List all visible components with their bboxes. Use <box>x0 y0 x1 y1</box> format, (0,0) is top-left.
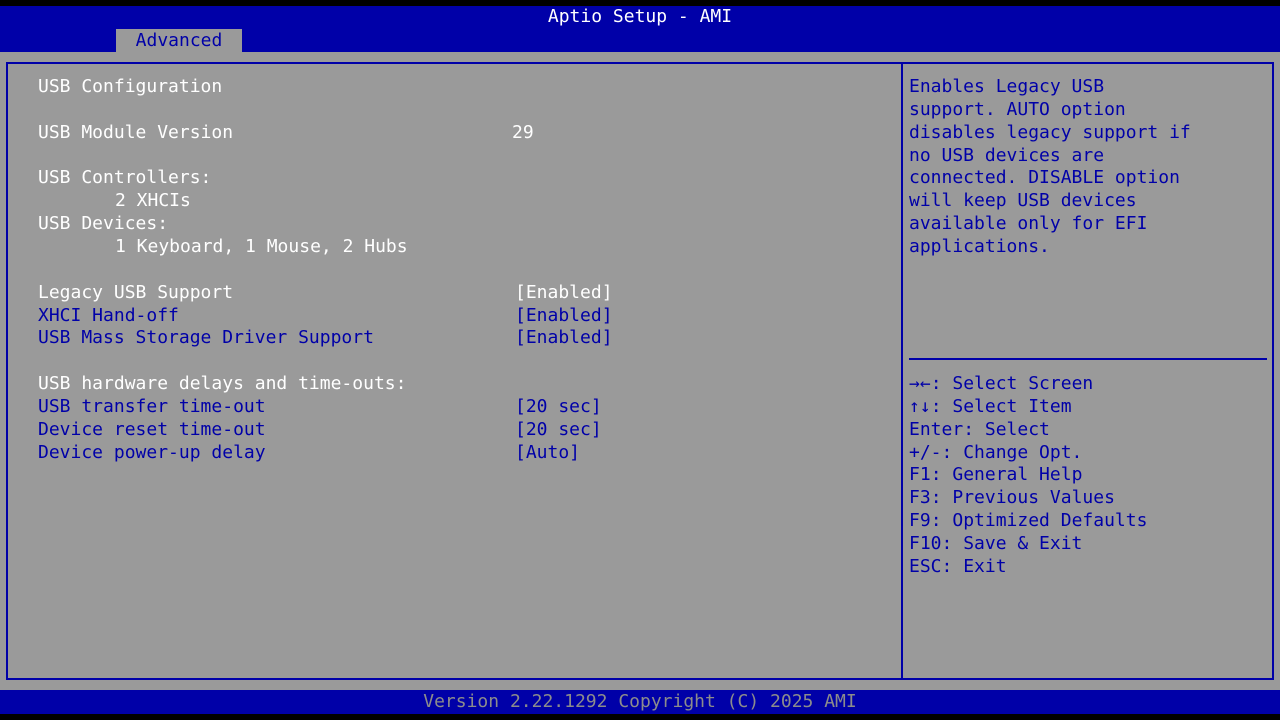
up-down-arrows-icon: ↑↓ <box>909 396 931 417</box>
usb-controllers-value: 2 XHCIs <box>115 190 191 211</box>
window-title: Aptio Setup - AMI <box>547 6 733 27</box>
help-text-line: disables legacy support if <box>909 122 1191 143</box>
usb-transfer-timeout-value[interactable]: [20 sec] <box>515 395 602 418</box>
key-hint-save-exit: F10: Save & Exit <box>909 533 1083 554</box>
key-hint-exit: ESC: Exit <box>909 556 1007 577</box>
help-text-line: support. AUTO option <box>909 99 1126 120</box>
usb-devices-label: USB Devices: <box>38 213 169 234</box>
help-text-line: applications. <box>909 236 1050 257</box>
help-divider <box>909 358 1267 360</box>
xhci-hand-off-label[interactable]: XHCI Hand-off <box>38 304 179 327</box>
usb-controllers-label: USB Controllers: <box>38 167 212 188</box>
legacy-usb-support-label[interactable]: Legacy USB Support <box>38 281 233 304</box>
device-power-up-delay-label[interactable]: Device power-up delay <box>38 441 266 464</box>
version-footer: Version 2.22.1292 Copyright (C) 2025 AMI <box>0 690 1280 714</box>
key-hint-optimized-defaults: F9: Optimized Defaults <box>909 510 1148 531</box>
usb-transfer-timeout-label[interactable]: USB transfer time-out <box>38 395 266 418</box>
usb-mass-storage-driver-support-value[interactable]: [Enabled] <box>515 326 613 349</box>
usb-module-version-label: USB Module Version <box>38 122 234 143</box>
key-hint-select-screen: →←: Select Screen <box>909 373 1094 394</box>
left-right-arrows-icon: →← <box>909 373 931 394</box>
usb-delays-heading: USB hardware delays and time-outs: <box>38 373 407 394</box>
usb-mass-storage-driver-support-label[interactable]: USB Mass Storage Driver Support <box>38 326 374 349</box>
key-hint-enter: Enter: Select <box>909 419 1050 440</box>
xhci-hand-off-value[interactable]: [Enabled] <box>515 304 613 327</box>
help-text-line: available only for EFI <box>909 213 1148 234</box>
device-reset-timeout-value[interactable]: [20 sec] <box>515 418 602 441</box>
help-text-line: no USB devices are <box>909 145 1105 166</box>
legacy-usb-support-value[interactable]: [Enabled] <box>515 281 613 304</box>
tab-advanced[interactable]: Advanced <box>116 29 242 52</box>
key-hint-change-opt: +/-: Change Opt. <box>909 442 1083 463</box>
device-power-up-delay-value[interactable]: [Auto] <box>515 441 580 464</box>
usb-module-version-value: 29 <box>512 122 534 143</box>
key-hint-select-item: ↑↓: Select Item <box>909 396 1072 417</box>
usb-devices-value: 1 Keyboard, 1 Mouse, 2 Hubs <box>115 236 408 257</box>
help-text-line: will keep USB devices <box>909 190 1137 211</box>
device-reset-timeout-label[interactable]: Device reset time-out <box>38 418 266 441</box>
key-hint-previous-values: F3: Previous Values <box>909 487 1115 508</box>
key-hint-general-help: F1: General Help <box>909 464 1083 485</box>
settings-panel <box>6 62 903 680</box>
section-title: USB Configuration <box>38 76 223 97</box>
help-text-line: connected. DISABLE option <box>909 167 1180 188</box>
help-text-line: Enables Legacy USB <box>909 76 1105 97</box>
